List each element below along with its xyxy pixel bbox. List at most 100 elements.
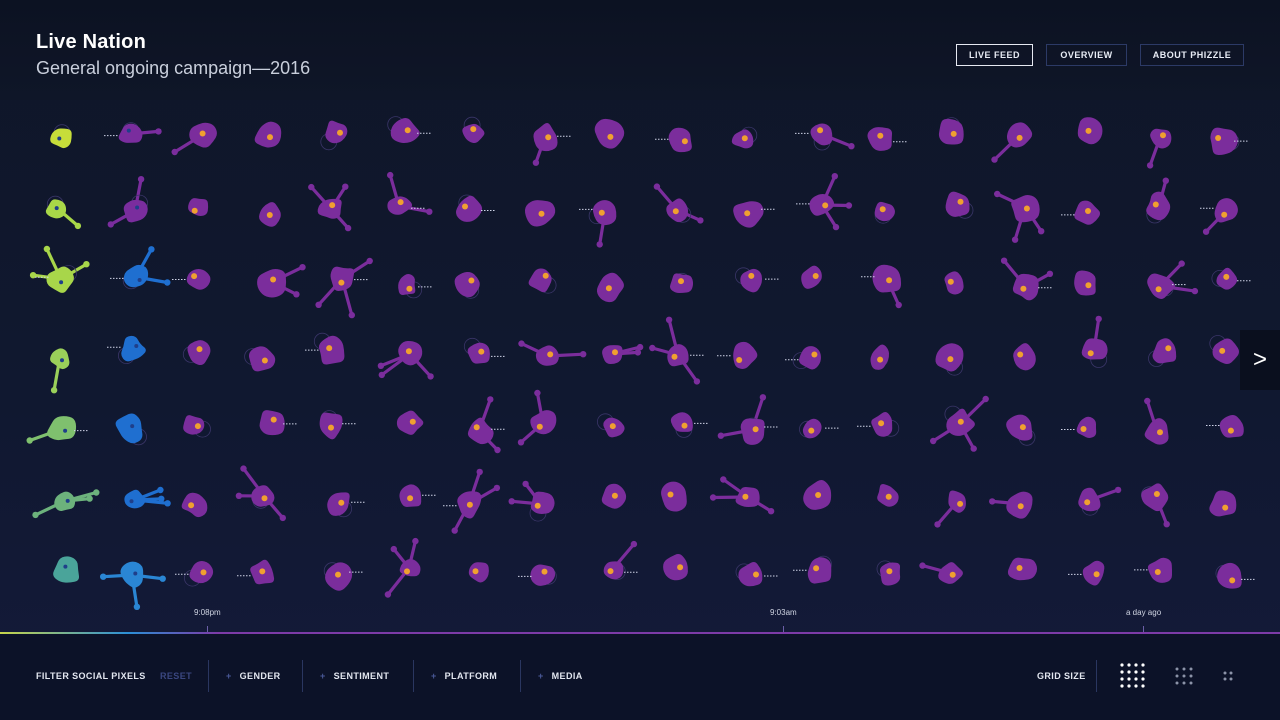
social-pixel[interactable] <box>168 177 228 237</box>
social-pixel[interactable] <box>232 328 292 388</box>
social-pixel[interactable] <box>924 252 984 312</box>
social-pixel[interactable] <box>1060 103 1120 163</box>
social-pixel[interactable] <box>105 470 172 530</box>
filter-gender-button[interactable]: + GENDER <box>226 671 281 681</box>
social-pixel[interactable] <box>379 537 439 598</box>
social-pixel[interactable] <box>1135 322 1195 382</box>
social-pixel[interactable] <box>857 249 917 309</box>
social-pixel[interactable] <box>851 109 911 169</box>
social-pixel[interactable] <box>518 326 587 386</box>
social-pixel[interactable] <box>989 474 1051 534</box>
social-pixel[interactable] <box>376 255 436 315</box>
social-pixel[interactable] <box>312 249 373 319</box>
social-pixel[interactable] <box>1192 110 1252 170</box>
social-pixel[interactable] <box>783 397 843 457</box>
social-pixel[interactable] <box>585 398 645 458</box>
social-pixel[interactable] <box>1055 255 1115 315</box>
social-pixel[interactable] <box>1130 108 1190 169</box>
social-pixel[interactable] <box>1057 398 1117 458</box>
social-pixel[interactable] <box>170 321 230 381</box>
social-pixel[interactable] <box>375 103 435 163</box>
social-pixel[interactable] <box>300 395 360 455</box>
social-pixel[interactable] <box>994 177 1055 244</box>
social-pixel[interactable] <box>234 464 294 526</box>
social-pixel[interactable] <box>103 320 163 380</box>
social-pixel[interactable] <box>920 329 980 389</box>
social-pixel[interactable] <box>584 467 644 527</box>
social-pixel[interactable] <box>927 472 987 532</box>
social-pixel[interactable] <box>307 102 367 162</box>
social-pixel[interactable] <box>233 543 293 603</box>
social-pixel[interactable] <box>380 393 440 453</box>
social-pixel[interactable] <box>781 328 841 388</box>
social-pixel[interactable] <box>380 467 440 527</box>
social-pixel[interactable] <box>301 179 361 239</box>
social-pixel[interactable] <box>238 106 298 166</box>
social-pixel[interactable] <box>444 103 504 163</box>
social-pixel[interactable] <box>100 545 167 610</box>
social-pixel[interactable] <box>717 393 782 460</box>
social-pixel[interactable] <box>1130 540 1190 600</box>
social-pixel[interactable] <box>582 540 642 600</box>
social-pixel[interactable] <box>27 178 87 238</box>
social-pixel[interactable] <box>860 542 920 602</box>
nav-live-feed[interactable]: LIVE FEED <box>956 44 1033 66</box>
social-pixel[interactable] <box>647 537 707 597</box>
social-pixel[interactable] <box>513 390 573 453</box>
social-pixel[interactable] <box>512 249 572 309</box>
social-pixel[interactable] <box>648 316 708 385</box>
social-pixel[interactable] <box>510 183 570 243</box>
social-pixel[interactable] <box>710 467 778 527</box>
social-pixel[interactable] <box>575 182 635 248</box>
social-pixel[interactable] <box>792 173 852 235</box>
filter-sentiment-button[interactable]: + SENTIMENT <box>320 671 389 681</box>
social-pixel[interactable] <box>105 176 165 241</box>
social-pixel[interactable] <box>722 545 782 605</box>
reset-button[interactable]: RESET <box>160 671 192 681</box>
social-pixel[interactable] <box>165 473 225 533</box>
social-pixel[interactable] <box>714 109 774 169</box>
nav-overview[interactable]: OVERVIEW <box>1046 44 1127 66</box>
social-pixel[interactable] <box>1060 470 1122 530</box>
social-pixel[interactable] <box>1195 250 1255 310</box>
social-pixel[interactable] <box>782 248 842 308</box>
social-pixel[interactable] <box>1064 315 1124 380</box>
social-pixel[interactable] <box>723 249 783 309</box>
social-pixel[interactable] <box>1129 176 1189 236</box>
social-pixel[interactable] <box>1057 183 1117 243</box>
social-pixel[interactable] <box>855 182 915 242</box>
next-page-arrow-icon[interactable]: > <box>1240 330 1280 390</box>
social-pixel[interactable] <box>241 393 301 453</box>
social-pixel[interactable] <box>1064 543 1124 603</box>
social-pixel[interactable] <box>857 465 917 525</box>
social-pixel[interactable] <box>1130 256 1199 316</box>
social-pixel[interactable] <box>789 541 849 601</box>
social-pixel[interactable] <box>369 172 433 236</box>
social-pixel[interactable] <box>301 320 361 380</box>
social-pixel[interactable] <box>515 107 575 167</box>
social-pixel[interactable] <box>168 248 228 308</box>
social-pixel[interactable] <box>929 175 989 235</box>
social-pixel[interactable] <box>992 539 1052 599</box>
social-pixel[interactable] <box>850 327 910 387</box>
social-pixel[interactable] <box>1196 181 1256 241</box>
social-pixel[interactable] <box>1199 547 1259 607</box>
social-pixel[interactable] <box>580 103 640 163</box>
nav-about-phizzle[interactable]: ABOUT PHIZZLE <box>1140 44 1244 66</box>
grid-size-small-icon[interactable] <box>1223 671 1233 681</box>
social-pixel[interactable] <box>449 396 509 461</box>
social-pixel[interactable] <box>30 327 90 394</box>
social-pixel[interactable] <box>449 541 509 601</box>
social-pixel[interactable] <box>582 324 644 384</box>
social-pixel[interactable] <box>581 256 641 316</box>
social-pixel[interactable] <box>1127 397 1187 461</box>
social-pixel[interactable] <box>791 104 855 164</box>
social-pixel[interactable] <box>241 184 301 244</box>
social-pixel[interactable] <box>439 468 500 535</box>
social-pixel[interactable] <box>32 108 92 168</box>
filter-media-button[interactable]: + MEDIA <box>538 671 583 681</box>
grid-size-medium-icon[interactable] <box>1175 667 1193 685</box>
social-pixel[interactable] <box>996 257 1056 317</box>
social-pixel[interactable] <box>514 545 574 605</box>
social-pixel[interactable] <box>719 182 779 242</box>
